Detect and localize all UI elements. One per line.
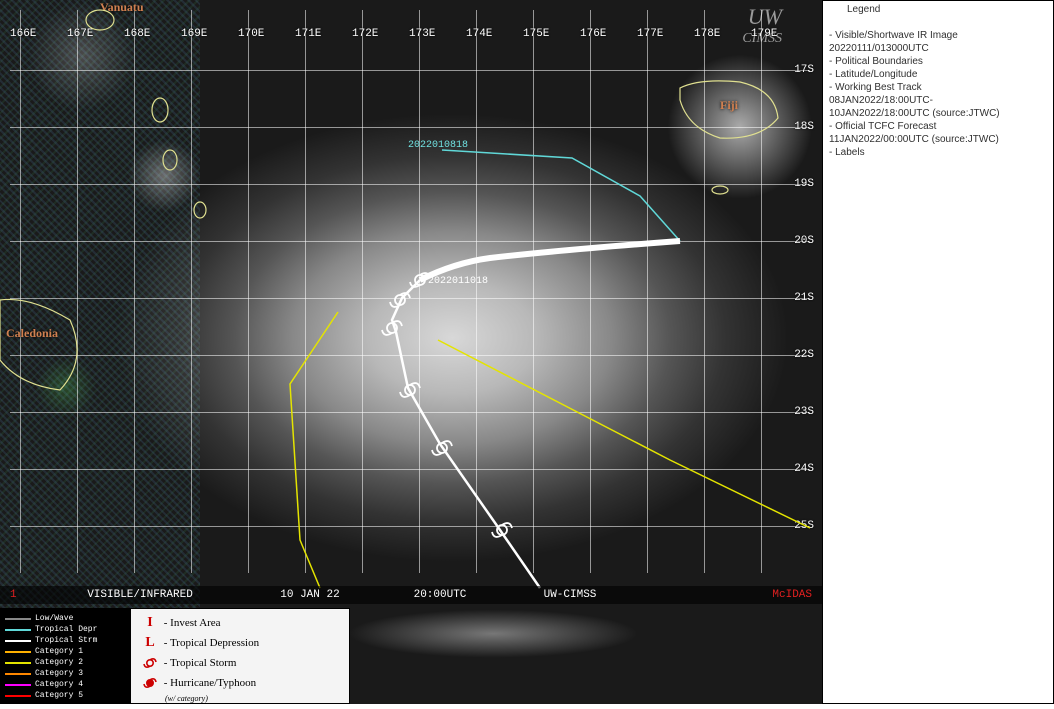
lat-label: 25S (794, 520, 814, 532)
satellite-map: UW CIMSS (0, 0, 822, 704)
status-number: 1 (10, 589, 40, 601)
legend-title: Legend (829, 3, 1047, 16)
layer-legend: Legend - Visible/Shortwave IR Image 2022… (822, 0, 1054, 704)
country-vanuatu: Vanuatu (100, 0, 144, 15)
lat-label: 19S (794, 178, 814, 190)
lon-label: 176E (580, 28, 606, 40)
legend-item: 10JAN2022/18:00UTC (source:JTWC) (829, 107, 1047, 120)
status-bar: 1 VISIBLE/INFRARED 10 JAN 22 20:00UTC UW… (0, 586, 822, 604)
country-fiji: Fiji (720, 98, 738, 113)
legend-item: - Labels (829, 146, 1047, 159)
legend-item: - Visible/Shortwave IR Image (829, 29, 1047, 42)
lon-label: 166E (10, 28, 36, 40)
intensity-legend: Low/Wave Tropical Depr Tropical Strm Cat… (0, 608, 350, 704)
legend-item: 11JAN2022/00:00UTC (source:JTWC) (829, 133, 1047, 146)
tropical-storm-icon (139, 653, 161, 673)
status-time: 20:00UTC (380, 589, 500, 601)
lat-label: 22S (794, 349, 814, 361)
lon-label: 167E (67, 28, 93, 40)
lon-label: 168E (124, 28, 150, 40)
lon-label: 171E (295, 28, 321, 40)
legend-item: - Official TCFC Forecast (829, 120, 1047, 133)
track-start-label: 2022010818 (408, 140, 468, 151)
lon-label: 178E (694, 28, 720, 40)
lat-label: 18S (794, 121, 814, 133)
lon-label: 174E (466, 28, 492, 40)
lon-label: 177E (637, 28, 663, 40)
lat-label: 17S (794, 64, 814, 76)
lon-label: 169E (181, 28, 207, 40)
lon-label: 175E (523, 28, 549, 40)
status-product: VISIBLE/INFRARED (40, 589, 240, 601)
lon-label: 173E (409, 28, 435, 40)
legend-item: - Working Best Track (829, 81, 1047, 94)
country-caledonia: Caledonia (6, 326, 58, 341)
legend-symbols: I - Invest Area L - Tropical Depression … (131, 609, 349, 703)
lat-label: 21S (794, 292, 814, 304)
legend-item: 20220111/013000UTC (829, 42, 1047, 55)
status-source: UW-CIMSS (500, 589, 640, 601)
status-date: 10 JAN 22 (240, 589, 380, 601)
lat-label: 23S (794, 406, 814, 418)
lon-label: 179E (751, 28, 777, 40)
lat-label: 20S (794, 235, 814, 247)
legend-lines: Low/Wave Tropical Depr Tropical Strm Cat… (1, 609, 131, 703)
lat-label: 24S (794, 463, 814, 475)
legend-item: 08JAN2022/18:00UTC- (829, 94, 1047, 107)
legend-item: - Latitude/Longitude (829, 68, 1047, 81)
lon-label: 170E (238, 28, 264, 40)
status-software: McIDAS (640, 589, 812, 601)
legend-item: - Political Boundaries (829, 55, 1047, 68)
track-current-label: 2022011018 (428, 276, 488, 287)
hurricane-icon (139, 673, 161, 693)
lon-label: 172E (352, 28, 378, 40)
